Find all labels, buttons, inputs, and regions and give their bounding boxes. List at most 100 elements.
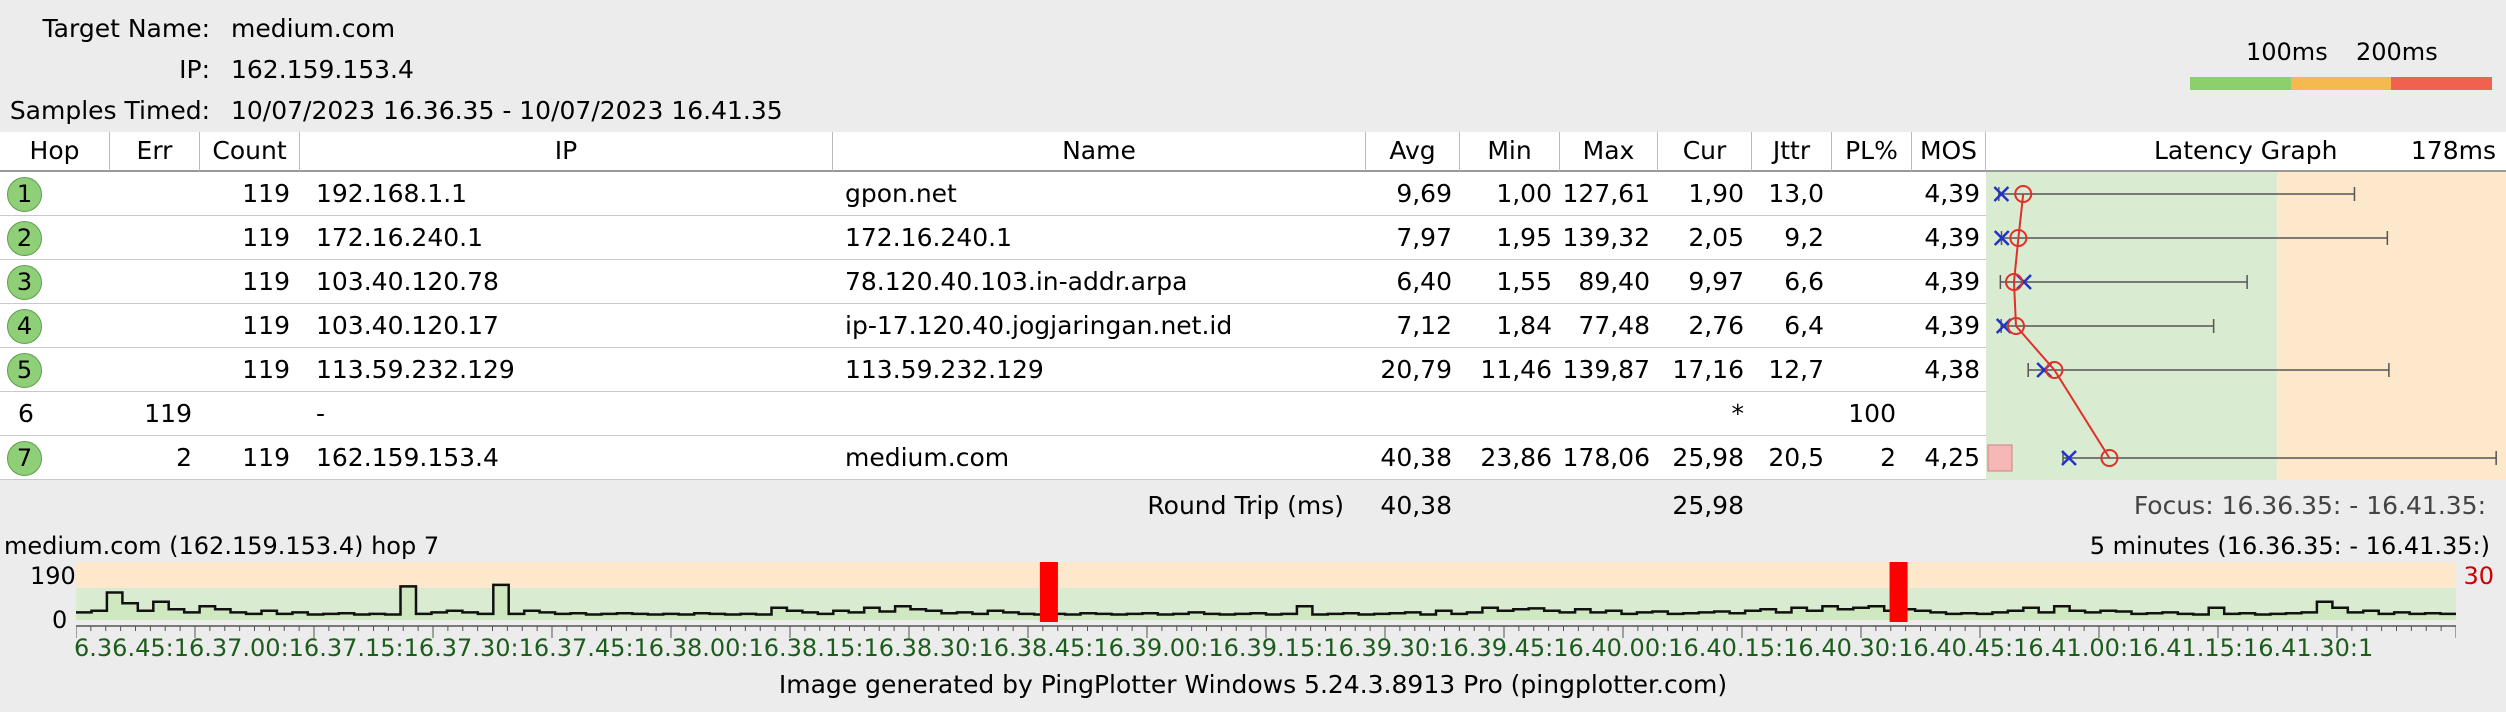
col-jttr[interactable]: Jttr [1752, 132, 1832, 172]
roundtrip-label: Round Trip (ms) [1147, 491, 1344, 520]
cell-avg: 7,97 [1396, 223, 1452, 252]
scale-bad-bar [2391, 77, 2492, 90]
col-err[interactable]: Err [110, 132, 200, 172]
cell-avg [1366, 392, 1452, 435]
cell-name: ip-17.120.40.jogjaringan.net.id [845, 311, 1233, 340]
cell-err: 2 [176, 443, 192, 472]
samples-timed-label: Samples Timed: [9, 96, 210, 125]
table-row[interactable]: 7 2 119 162.159.153.4 medium.com 40,38 23,86 17… [0, 436, 1986, 480]
cell-ip: 192.168.1.1 [316, 179, 468, 208]
cell-cur: * [1731, 399, 1745, 428]
timeline-y-zero: 0 [52, 606, 68, 634]
cell-count: 119 [242, 355, 290, 384]
cell-pl [1832, 260, 1896, 303]
timeline-panel: medium.com (162.159.153.4) hop 7 5 minut… [0, 528, 2506, 668]
cell-cur: 17,16 [1672, 355, 1744, 384]
cell-min: 1,00 [1496, 179, 1552, 208]
cell-max: 139,87 [1562, 355, 1650, 384]
scale-100ms-label: 100ms [2246, 38, 2328, 66]
cell-ip: 172.16.240.1 [316, 223, 483, 252]
col-latency-graph[interactable]: Latency Graph 178ms [1986, 132, 2506, 172]
cell-min [1460, 392, 1552, 435]
col-hop[interactable]: Hop [0, 132, 110, 172]
ip-label: IP: [179, 55, 210, 84]
col-pl[interactable]: PL% [1832, 132, 1912, 172]
cell-mos: 4,38 [1924, 355, 1980, 384]
hop-number: 2 [7, 221, 42, 256]
timeline-title: medium.com (162.159.153.4) hop 7 [4, 532, 440, 560]
cell-jttr: 13,0 [1768, 179, 1824, 208]
timeline-x-labels: 6.36.45:16.37.00:16.37.15:16.37.30:16.37… [74, 634, 2374, 662]
cell-avg: 20,79 [1380, 355, 1452, 384]
roundtrip-avg: 40,38 [1380, 491, 1452, 520]
cell-max: 139,32 [1562, 223, 1650, 252]
cell-cur: 1,90 [1688, 179, 1744, 208]
latency-graph [1986, 172, 2506, 480]
graph-warn-zone [2276, 172, 2506, 480]
table-row[interactable]: 3 119 103.40.120.78 78.120.40.103.in-addr.a… [0, 260, 1986, 304]
cell-mos: 4,25 [1924, 443, 1980, 472]
cell-avg: 6,40 [1396, 267, 1452, 296]
hop-number: 5 [7, 353, 42, 388]
col-name[interactable]: Name [833, 132, 1366, 172]
cell-mos: 4,39 [1924, 267, 1980, 296]
timeline-y-top: 190 [30, 562, 76, 590]
table-row[interactable]: 6 119 - * 100 [0, 392, 1986, 436]
roundtrip-cur: 25,98 [1672, 491, 1744, 520]
cell-pl [1832, 216, 1896, 259]
timeline-range: 5 minutes (16.36.35: - 16.41.35:) [2089, 532, 2490, 560]
cell-count: 119 [242, 267, 290, 296]
table-row[interactable]: 5 119 113.59.232.129 113.59.232.129 20,79 11,… [0, 348, 1986, 392]
latency-graph-scale-max: 178ms [2410, 136, 2496, 165]
timeline-warn-band [76, 562, 2456, 589]
cell-max: 89,40 [1578, 267, 1650, 296]
cell-jttr: 6,6 [1784, 267, 1824, 296]
table-row[interactable]: 4 119 103.40.120.17 ip-17.120.40.jogjaringa… [0, 304, 1986, 348]
cell-ip: 162.159.153.4 [316, 443, 499, 472]
cell-jttr: 20,5 [1768, 443, 1824, 472]
cell-mos: 4,39 [1924, 223, 1980, 252]
cell-name: 172.16.240.1 [845, 223, 1012, 252]
cell-err [110, 172, 192, 215]
hop-number: 3 [7, 265, 42, 300]
latency-graph-svg [1986, 172, 2506, 480]
table-row[interactable]: 1 119 192.168.1.1 gpon.net 9,69 1,00 127,61 1,9… [0, 172, 1986, 216]
cell-max: 77,48 [1578, 311, 1650, 340]
cell-min: 1,55 [1496, 267, 1552, 296]
cell-count: 119 [242, 223, 290, 252]
col-max[interactable]: Max [1560, 132, 1658, 172]
timeline-loss-value: 30 [2463, 562, 2494, 590]
cell-cur: 2,76 [1688, 311, 1744, 340]
cell-min: 1,95 [1496, 223, 1552, 252]
cell-max [1560, 392, 1650, 435]
cell-pl [1832, 172, 1896, 215]
cell-mos: 4,39 [1924, 311, 1980, 340]
hop-number: 4 [7, 309, 42, 344]
table-row[interactable]: 2 119 172.16.240.1 172.16.240.1 7,97 1,95 139,… [0, 216, 1986, 260]
cell-err [110, 216, 192, 259]
col-cur[interactable]: Cur [1658, 132, 1752, 172]
cell-ip: 113.59.232.129 [316, 355, 515, 384]
cell-avg: 9,69 [1396, 179, 1452, 208]
cell-err [110, 304, 192, 347]
hop-number: 7 [7, 441, 42, 476]
samples-timed-value: 10/07/2023 16.36.35 - 10/07/2023 16.41.3… [231, 96, 783, 125]
col-mos[interactable]: MOS [1912, 132, 1986, 172]
col-min[interactable]: Min [1460, 132, 1560, 172]
cell-cur: 9,97 [1688, 267, 1744, 296]
timeline-loss-bar [1889, 562, 1908, 622]
cell-max: 178,06 [1562, 443, 1650, 472]
cell-pl [1832, 304, 1896, 347]
cell-name: medium.com [845, 443, 1010, 472]
packet-loss-marker [1987, 444, 2013, 472]
col-count[interactable]: Count [200, 132, 300, 172]
cell-max: 127,61 [1562, 179, 1650, 208]
target-name-label: Target Name: [42, 14, 210, 43]
cell-count: 119 [242, 443, 290, 472]
timeline-loss-bar [1039, 562, 1058, 622]
cell-jttr: 6,4 [1784, 311, 1824, 340]
col-avg[interactable]: Avg [1366, 132, 1460, 172]
cell-avg: 40,38 [1380, 443, 1452, 472]
col-ip[interactable]: IP [300, 132, 833, 172]
scale-200ms-label: 200ms [2356, 38, 2438, 66]
